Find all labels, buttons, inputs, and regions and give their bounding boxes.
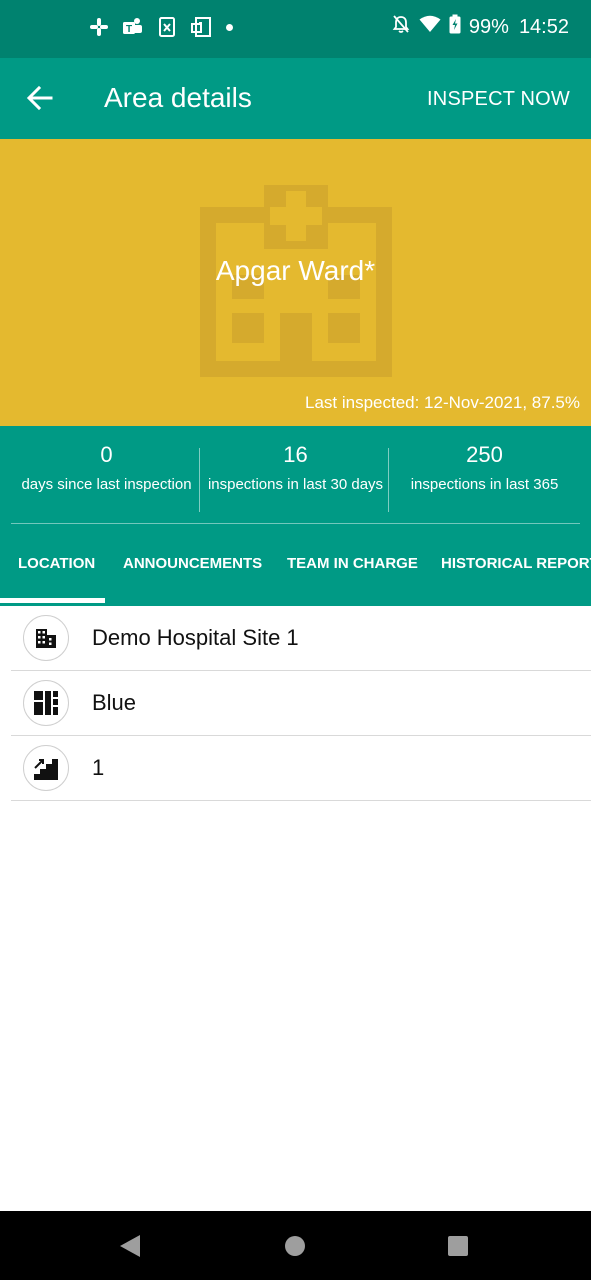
- app-icon: [190, 16, 212, 38]
- list-item-label: 1: [92, 755, 105, 780]
- teams-icon: T: [122, 16, 144, 38]
- circle-home-icon: [285, 1236, 305, 1256]
- inspect-now-button[interactable]: INSPECT NOW: [427, 88, 570, 111]
- stat-label: days since last inspection: [21, 476, 192, 493]
- floor-plan-icon: [23, 680, 69, 726]
- tab-team-in-charge[interactable]: TEAM IN CHARGE: [287, 555, 418, 572]
- stat-value: 250: [466, 442, 503, 467]
- list-item-building[interactable]: Blue: [11, 671, 591, 736]
- inspection-stats: 0 days since last inspection 16 inspecti…: [0, 426, 591, 524]
- system-status: 99% 14:52: [391, 14, 569, 40]
- nav-recents-button[interactable]: [447, 1235, 469, 1262]
- list-item-label: Blue: [92, 690, 137, 715]
- stat-last-30-days: 16 inspections in last 30 days: [197, 442, 394, 493]
- tab-indicator: [0, 598, 105, 603]
- app-bar: Area details INSPECT NOW: [0, 58, 591, 139]
- square-recents-icon: [448, 1236, 468, 1256]
- area-hero: Apgar Ward* Last inspected: 12-Nov-2021,…: [0, 139, 591, 426]
- triangle-back-icon: [120, 1235, 140, 1257]
- notification-icons: T: [88, 16, 233, 38]
- wifi-icon: [419, 15, 441, 39]
- page-title: Area details: [104, 82, 252, 113]
- tab-announcements[interactable]: ANNOUNCEMENTS: [123, 555, 262, 572]
- list-item-label: Demo Hospital Site 1: [92, 625, 299, 650]
- list-item-floor[interactable]: 1: [11, 736, 591, 801]
- excel-icon: [156, 16, 178, 38]
- tab-bar: LOCATION ANNOUNCEMENTS TEAM IN CHARGE HI…: [0, 524, 591, 606]
- stat-value: 0: [100, 442, 113, 467]
- last-inspected: Last inspected: 12-Nov-2021, 87.5%: [304, 393, 580, 412]
- stat-label: inspections in last 30 days: [207, 476, 384, 493]
- tab-historical-reports[interactable]: HISTORICAL REPORTS: [441, 555, 591, 572]
- nav-back-button[interactable]: [118, 1233, 142, 1264]
- arrow-back-icon: [26, 85, 53, 111]
- stat-last-365: 250 inspections in last 365: [386, 442, 583, 493]
- battery-charging-icon: [449, 14, 461, 40]
- svg-text:T: T: [126, 24, 132, 35]
- clock: 14:52: [518, 15, 569, 38]
- area-name: Apgar Ward*: [215, 255, 376, 286]
- slack-icon: [88, 16, 110, 38]
- building-icon: [23, 615, 69, 661]
- dot-icon: [226, 23, 233, 31]
- system-nav-bar: [0, 1211, 591, 1280]
- stat-label: inspections in last 365: [410, 476, 559, 493]
- list-item-site[interactable]: Demo Hospital Site 1: [11, 606, 591, 671]
- battery-percent: 99%: [468, 15, 509, 38]
- mute-icon: [391, 14, 411, 40]
- back-button[interactable]: [22, 80, 58, 116]
- stat-value: 16: [283, 442, 308, 467]
- stat-days-since: 0 days since last inspection: [8, 442, 205, 493]
- status-bar: T 99% 14:52: [0, 0, 591, 58]
- nav-home-button[interactable]: [284, 1235, 306, 1262]
- tab-location[interactable]: LOCATION: [18, 555, 95, 572]
- stairs-icon: [23, 745, 69, 791]
